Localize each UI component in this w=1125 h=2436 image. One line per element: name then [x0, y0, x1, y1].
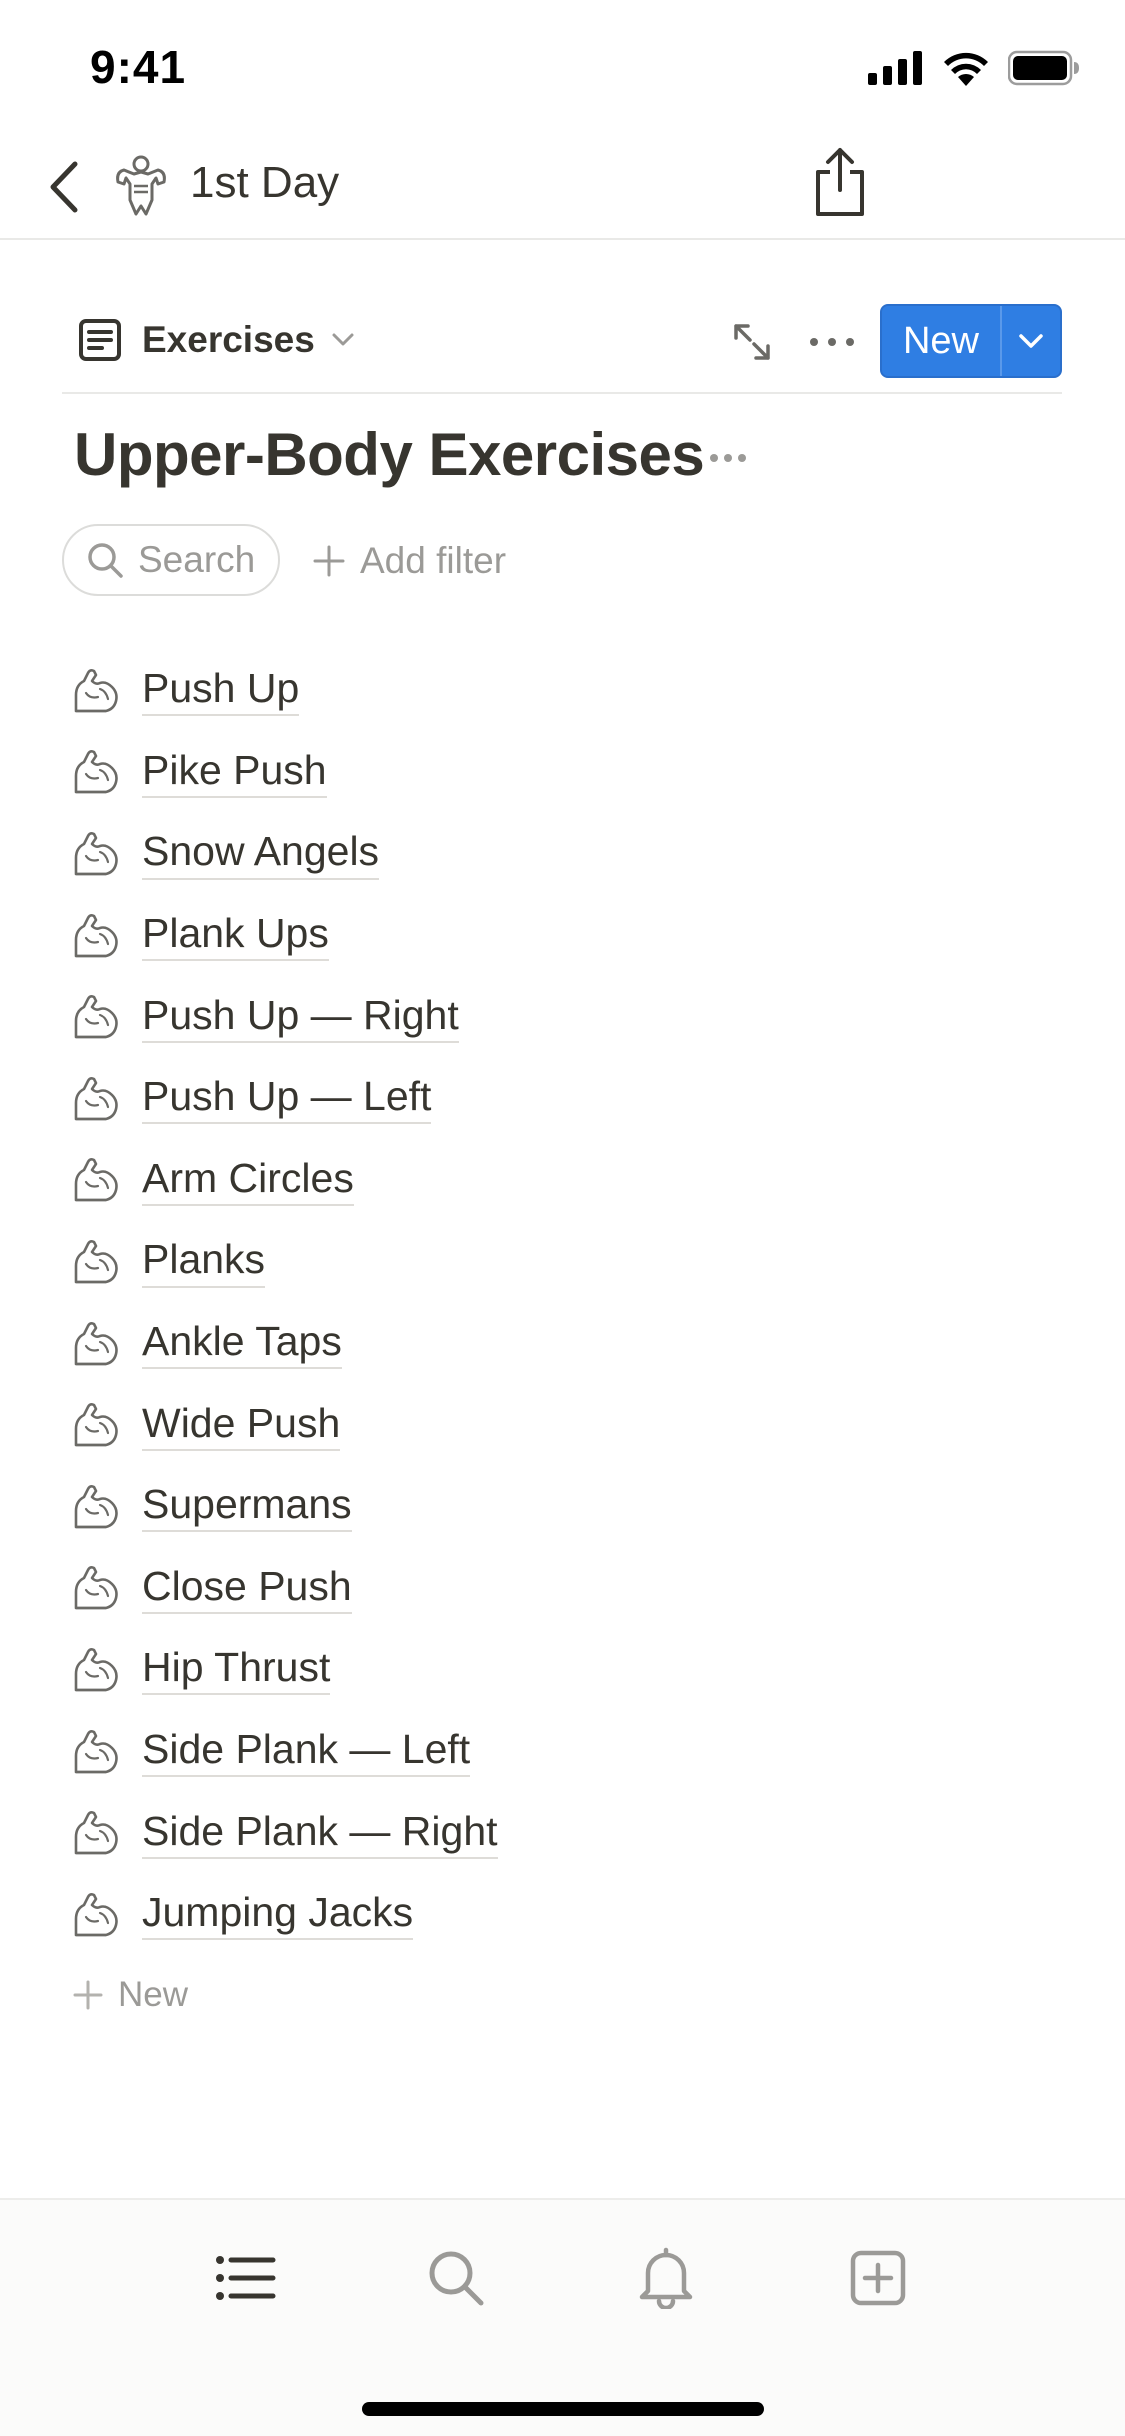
flexed-biceps-icon	[74, 1566, 118, 1610]
list-item-title: Side Plank — Right	[142, 1808, 498, 1859]
flexed-biceps-icon	[74, 1076, 118, 1121]
search-label: Search	[138, 539, 256, 580]
list-item-title: Push Up	[142, 665, 300, 717]
flexed-biceps-icon	[74, 832, 118, 876]
flexed-biceps-icon	[74, 913, 118, 957]
page-title[interactable]: 1st Day	[190, 158, 339, 208]
bell-icon	[639, 2247, 693, 2309]
back-button[interactable]	[28, 152, 98, 222]
list-item-title: Ankle Taps	[142, 1318, 342, 1370]
flexed-biceps-icon	[74, 668, 118, 713]
list-item-title: Push Up — Right	[142, 992, 459, 1043]
title-more-button[interactable]	[706, 446, 750, 470]
status-icons	[868, 50, 1080, 86]
cellular-signal-icon	[868, 51, 922, 85]
list-item[interactable]: Supermans	[70, 1466, 1030, 1548]
add-new-row-button[interactable]: New	[72, 1970, 188, 2020]
flexed-biceps-icon	[74, 995, 118, 1039]
status-bar: 9:41	[0, 0, 1125, 140]
database-toolbar: Exercises New	[62, 298, 1062, 394]
new-dropdown-button[interactable]	[1002, 306, 1060, 376]
exercise-list: Push Up Pike Push Snow Angels Plank Ups Push…	[70, 650, 1030, 1956]
add-new-row-label: New	[118, 1975, 189, 2014]
flexed-biceps-icon	[74, 1811, 118, 1855]
plus-icon	[73, 1980, 103, 2010]
battery-icon	[1008, 50, 1079, 86]
list-item[interactable]: Push Up — Right	[70, 976, 1030, 1058]
ellipsis-icon	[810, 338, 854, 346]
list-item-title: Pike Push	[142, 747, 327, 798]
list-item-title: Jumping Jacks	[142, 1889, 414, 1941]
add-filter-label: Add filter	[360, 540, 507, 581]
ellipsis-icon	[710, 454, 746, 462]
flexed-biceps-icon	[74, 1321, 118, 1365]
search-icon	[88, 543, 123, 578]
expand-arrows-icon	[734, 324, 770, 360]
document-icon	[79, 319, 121, 361]
new-button-group: New	[880, 304, 1062, 378]
more-options-button[interactable]	[800, 322, 864, 362]
share-icon	[816, 148, 864, 216]
list-item[interactable]: Ankle Taps	[70, 1303, 1030, 1385]
list-item-title: Hip Thrust	[142, 1644, 331, 1696]
list-item[interactable]: Pike Push	[70, 732, 1030, 814]
expand-button[interactable]	[730, 320, 774, 364]
view-label: Exercises	[142, 319, 315, 360]
list-item[interactable]: Arm Circles	[70, 1140, 1030, 1222]
view-switcher[interactable]: Exercises	[78, 318, 355, 362]
search-button[interactable]: Search	[62, 524, 280, 596]
screen: 9:41 1st Day Exercises New Upper-Body Ex…	[0, 0, 1125, 2436]
list-item-title: Snow Angels	[142, 828, 380, 880]
list-item-title: Push Up — Left	[142, 1073, 432, 1125]
chevron-down-icon	[332, 333, 354, 346]
list-item[interactable]: Hip Thrust	[70, 1629, 1030, 1711]
add-filter-button[interactable]: Add filter	[312, 536, 506, 586]
list-item[interactable]: Wide Push	[70, 1384, 1030, 1466]
flexed-biceps-icon	[74, 1647, 118, 1692]
list-item-title: Wide Push	[142, 1400, 341, 1451]
flexed-biceps-icon	[74, 1729, 118, 1773]
list-item[interactable]: Plank Ups	[70, 895, 1030, 977]
flexed-biceps-icon	[74, 1158, 118, 1202]
share-button[interactable]	[808, 146, 872, 218]
list-item-title: Planks	[142, 1236, 266, 1288]
tab-new-page[interactable]	[842, 2242, 914, 2314]
flexed-biceps-icon	[74, 750, 118, 794]
list-item[interactable]: Push Up — Left	[70, 1058, 1030, 1140]
muscle-figure-icon	[116, 155, 166, 216]
list-item-title: Side Plank — Left	[142, 1726, 471, 1778]
tab-search[interactable]	[420, 2242, 492, 2314]
new-button[interactable]: New	[882, 306, 1002, 376]
tab-pages[interactable]	[210, 2242, 282, 2314]
tab-notifications[interactable]	[630, 2242, 702, 2314]
flexed-biceps-icon	[74, 1892, 118, 1937]
list-item[interactable]: Side Plank — Right	[70, 1792, 1030, 1874]
flexed-biceps-icon	[74, 1403, 118, 1447]
list-item[interactable]: Snow Angels	[70, 813, 1030, 895]
flexed-biceps-icon	[74, 1484, 118, 1529]
database-title[interactable]: Upper-Body Exercises	[74, 420, 705, 489]
plus-icon	[313, 545, 345, 577]
wifi-icon	[944, 52, 988, 86]
chevron-left-icon	[50, 161, 78, 213]
list-item[interactable]: Side Plank — Left	[70, 1711, 1030, 1793]
home-indicator	[362, 2402, 764, 2416]
bottom-tab-bar	[0, 2198, 1125, 2436]
chevron-down-icon	[1019, 334, 1043, 348]
search-icon	[429, 2251, 484, 2306]
list-item[interactable]: Jumping Jacks	[70, 1874, 1030, 1956]
list-item[interactable]: Push Up	[70, 650, 1030, 732]
list-item-title: Arm Circles	[142, 1155, 354, 1206]
list-icon	[216, 2256, 276, 2300]
list-item-title: Supermans	[142, 1481, 352, 1533]
list-item[interactable]: Planks	[70, 1221, 1030, 1303]
nav-bar: 1st Day	[0, 140, 1125, 240]
status-time: 9:41	[90, 41, 187, 93]
add-page-icon	[850, 2250, 906, 2306]
list-item-title: Close Push	[142, 1563, 352, 1614]
list-item-title: Plank Ups	[142, 910, 329, 962]
flexed-biceps-icon	[74, 1239, 118, 1284]
list-item[interactable]: Close Push	[70, 1548, 1030, 1630]
